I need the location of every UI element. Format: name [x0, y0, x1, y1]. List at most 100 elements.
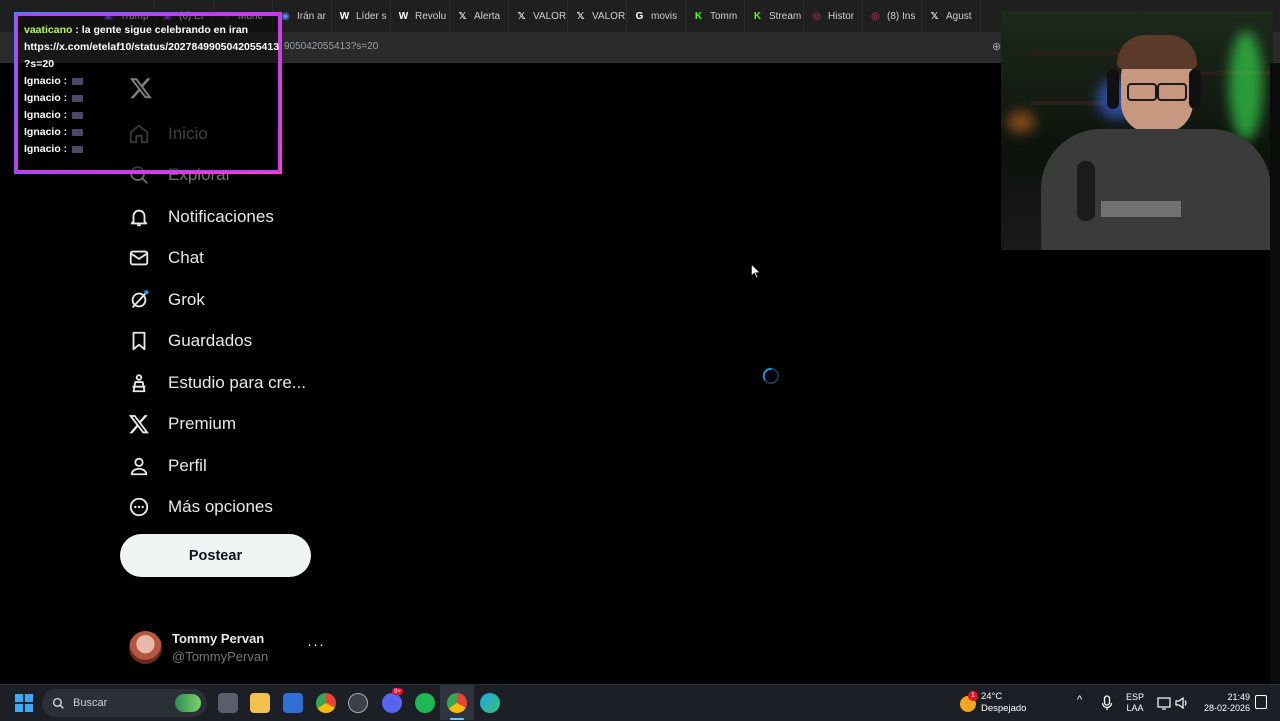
bell-icon: [130, 209, 148, 226]
browser-tab[interactable]: ◎ Histor: [804, 0, 863, 32]
instagram-icon: ◎: [812, 10, 821, 22]
chrome-icon[interactable]: [316, 693, 336, 713]
discord-badge: 9+: [392, 688, 404, 695]
webcam-shirt-print: [1101, 201, 1181, 217]
weather-badge: 1: [968, 691, 978, 701]
weather-temperature: 24°C: [981, 691, 1003, 702]
grok-icon: [131, 289, 149, 308]
account-switcher[interactable]: Tommy Pervan @TommyPervan ···: [129, 630, 329, 666]
nav-item-label: Grok: [168, 289, 205, 309]
page-scrollbar[interactable]: [1270, 63, 1280, 684]
webcam-orange-light: [1007, 111, 1035, 133]
webcam-hair: [1117, 35, 1197, 69]
account-name: Tommy Pervan: [172, 631, 265, 646]
webcam-headphone: [1107, 69, 1119, 109]
chat-text: ?s=20: [24, 58, 55, 70]
emote-icon: [72, 77, 84, 85]
network-icon[interactable]: [1157, 696, 1171, 710]
nav-profile[interactable]: Perfil: [128, 445, 328, 487]
x-icon: 𝕏: [576, 10, 585, 22]
obs-icon[interactable]: [348, 693, 368, 713]
weather-widget[interactable]: 1 24°C Despejado: [958, 690, 1038, 718]
chat-username: Ignacio: [24, 109, 61, 121]
nav-notifications[interactable]: Notificaciones: [128, 196, 328, 238]
file-explorer-icon[interactable]: [250, 693, 270, 713]
address-url[interactable]: 9050420554​13?s=20: [284, 41, 378, 52]
chat-message: Ignacio :: [24, 124, 280, 141]
chat-username: Ignacio: [24, 92, 61, 104]
clock-date: 28-02-2026: [1203, 703, 1250, 713]
search-icon: [52, 697, 64, 709]
nav-chat[interactable]: Chat: [128, 238, 328, 280]
browser-tab[interactable]: 𝕏 Agust: [922, 0, 981, 32]
nav-item-label: Perfil: [168, 455, 207, 475]
language-indicator[interactable]: ESP LAA: [1126, 692, 1144, 714]
webcam-green-light: [1229, 31, 1263, 141]
webcam-headphone: [1189, 69, 1201, 109]
nav-item-label: Guardados: [168, 331, 253, 351]
browser-tab[interactable]: K Stream: [745, 0, 804, 32]
browser-tab[interactable]: W Líder s: [332, 0, 391, 32]
edge-icon[interactable]: [480, 693, 500, 713]
nav-bookmarks[interactable]: Guardados: [128, 321, 328, 363]
clock-time: 21:49: [1227, 692, 1250, 702]
loading-spinner-icon: [762, 367, 780, 385]
webcam-shirt: [1041, 129, 1271, 250]
browser-tab-label: VALOR: [592, 10, 626, 22]
chat-message: https://x.com/etelaf10/status/2027849905…: [24, 39, 280, 56]
windows-start-icon[interactable]: [15, 694, 33, 712]
notifications-icon[interactable]: [1255, 695, 1267, 709]
post-button[interactable]: Postear: [120, 534, 311, 577]
webcam-glasses: [1127, 83, 1157, 101]
nav-more[interactable]: Más opciones: [128, 487, 328, 529]
mail-app-icon[interactable]: [283, 693, 303, 713]
nav-grok[interactable]: Grok: [128, 279, 328, 321]
chat-message: vaaticano : la gente sigue celebrando en…: [24, 24, 249, 36]
emote-icon: [72, 94, 84, 102]
chat-username: Ignacio: [24, 126, 61, 138]
weather-description: Despejado: [981, 703, 1027, 714]
avatar: [129, 631, 162, 664]
account-handle: @TommyPervan: [172, 649, 269, 664]
chrome-active-icon[interactable]: [447, 693, 467, 713]
clock[interactable]: 21:49 28-02-2026: [1198, 692, 1250, 714]
browser-tab-label: Histor: [828, 10, 855, 22]
browser-tab-label: Stream: [769, 10, 802, 22]
browser-tab[interactable]: 𝕏 VALOR: [509, 0, 568, 32]
taskbar-search[interactable]: Buscar: [42, 689, 207, 717]
task-view-icon[interactable]: [218, 693, 238, 713]
microphone-icon[interactable]: [1101, 695, 1113, 711]
more-horizontal-icon[interactable]: ···: [307, 636, 325, 653]
chevron-up-icon[interactable]: ^: [1077, 695, 1082, 706]
volume-icon[interactable]: [1175, 696, 1189, 710]
zoom-icon[interactable]: ⊕: [992, 40, 1001, 53]
browser-tab-label: Alerta: [474, 10, 501, 22]
nav-creator-studio[interactable]: Estudio para cre...: [128, 362, 328, 404]
nav-item-label: Premium: [168, 414, 237, 434]
chat-message-list: vaaticano : la gente sigue celebrando en…: [24, 14, 280, 158]
nav-premium[interactable]: Premium: [128, 404, 328, 446]
spotify-icon[interactable]: [415, 693, 435, 713]
bookmark-icon: [132, 332, 146, 351]
browser-tab-label: Tomm: [710, 10, 738, 22]
search-highlight-icon: [175, 694, 201, 712]
mail-icon: [129, 250, 149, 266]
keyboard-layout: LAA: [1126, 703, 1144, 713]
webcam-glasses: [1157, 83, 1187, 101]
kick-icon: K: [753, 10, 762, 22]
chat-username: Ignacio: [24, 143, 61, 155]
browser-tab[interactable]: W Revolu: [391, 0, 450, 32]
browser-tab[interactable]: ◎ (8) Ins: [863, 0, 922, 32]
chat-message: Ignacio :: [24, 141, 280, 158]
person-icon: [130, 457, 148, 475]
browser-tab[interactable]: 𝕏 VALOR: [568, 0, 627, 32]
x-icon: 𝕏: [930, 10, 939, 22]
x-icon: 𝕏: [458, 10, 467, 22]
browser-tab[interactable]: 𝕏 Alerta: [450, 0, 509, 32]
browser-tab[interactable]: K Tomm: [686, 0, 745, 32]
browser-tab-label: VALOR: [533, 10, 567, 22]
discord-icon[interactable]: 9+: [382, 688, 404, 713]
browser-tab[interactable]: Gmovis: [627, 0, 686, 32]
chat-text: la gente sigue celebrando en iran: [81, 24, 249, 36]
browser-tab-label: Irán ar: [297, 10, 326, 22]
